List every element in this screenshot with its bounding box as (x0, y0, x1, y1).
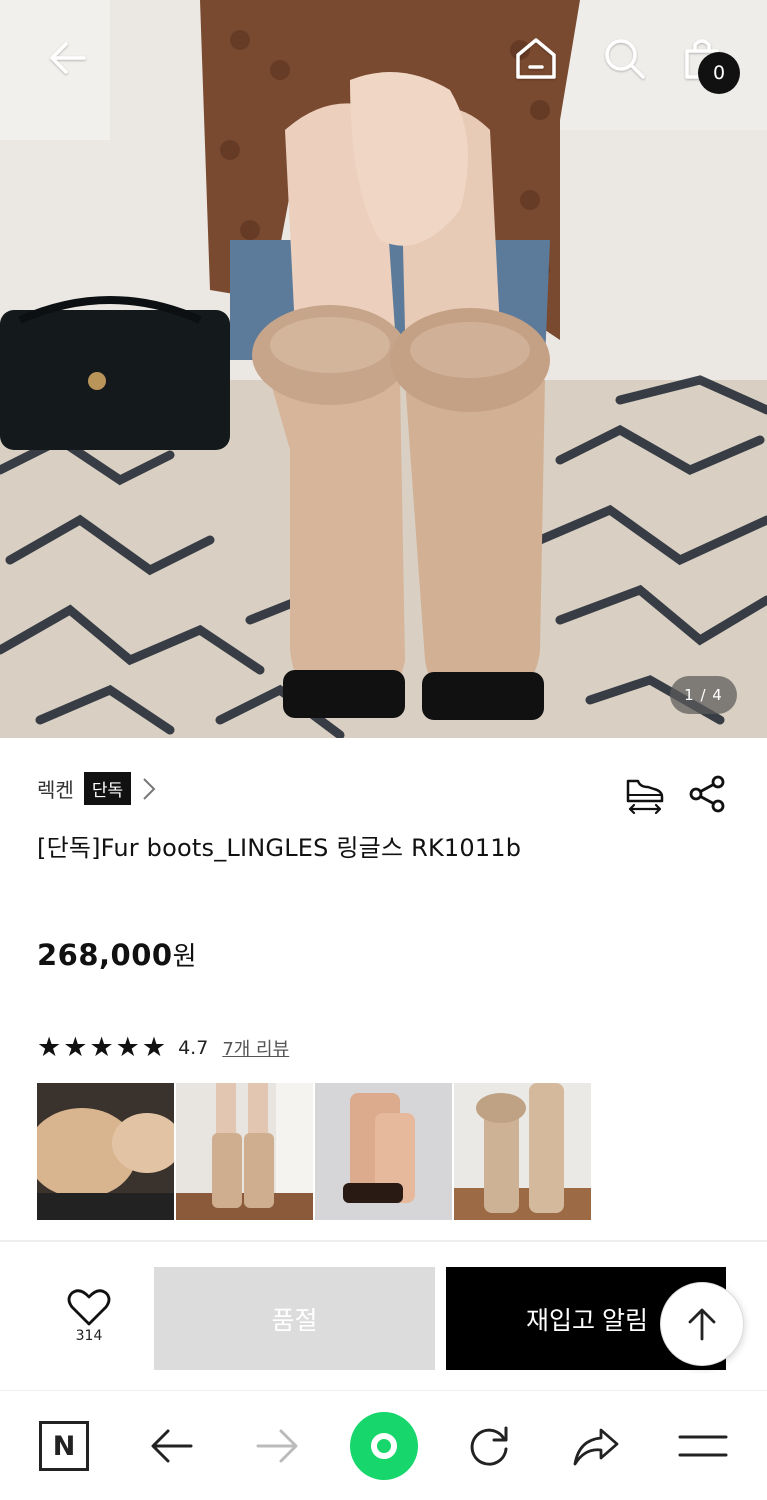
shoe-size-icon (626, 779, 664, 815)
home-button[interactable] (508, 30, 564, 86)
exclusive-badge: 단독 (83, 772, 132, 805)
review-photo[interactable] (315, 1083, 452, 1220)
browser-toolbar: N (0, 1390, 767, 1500)
brand-link[interactable]: 렉켄 단독 (37, 772, 157, 805)
star-icon: ★ (37, 1032, 62, 1063)
image-counter: 1 / 4 (670, 676, 737, 714)
back-button[interactable] (40, 30, 96, 86)
chevron-right-icon (143, 777, 156, 800)
price-currency: 원 (172, 942, 198, 972)
arrow-up-icon (688, 1308, 716, 1341)
review-photo[interactable] (37, 1083, 174, 1220)
review-count-link[interactable]: 7개 리뷰 (222, 1035, 289, 1061)
search-button[interactable] (596, 30, 652, 86)
review-photo[interactable] (454, 1083, 591, 1220)
star-icon: ★ (115, 1032, 140, 1063)
share-button[interactable] (686, 772, 730, 816)
arrow-left-icon (151, 1429, 193, 1463)
like-count: 314 (75, 1328, 103, 1344)
share-icon (689, 775, 725, 813)
product-price: 268,000원 (37, 936, 197, 973)
browser-back-button[interactable] (137, 1411, 207, 1481)
review-photo-strip (37, 1083, 591, 1220)
like-button[interactable]: 314 (60, 1288, 118, 1344)
naver-n-icon: N (39, 1421, 89, 1471)
arrow-left-icon (50, 42, 86, 74)
heart-icon (67, 1289, 111, 1326)
green-dot-button[interactable] (349, 1411, 419, 1481)
size-guide-button[interactable] (623, 772, 667, 816)
hamburger-menu-icon (678, 1435, 728, 1457)
browser-share-button[interactable] (561, 1411, 631, 1481)
product-image-carousel[interactable]: 0 1 / 4 (0, 0, 767, 738)
green-dot-icon (350, 1412, 418, 1480)
share-arrow-icon (573, 1428, 619, 1466)
star-icon: ★ (89, 1032, 114, 1063)
cart-count-badge: 0 (698, 52, 740, 94)
menu-button[interactable] (668, 1411, 738, 1481)
rating-value: 4.7 (178, 1036, 209, 1059)
reload-icon (470, 1426, 508, 1466)
price-value: 268,000 (37, 938, 173, 972)
star-icon: ★ (63, 1032, 88, 1063)
soldout-button[interactable]: 품절 (154, 1267, 435, 1370)
product-title: [단독]Fur boots_LINGLES 링글스 RK1011b (37, 834, 522, 862)
rating-summary: ★ ★ ★ ★ ★ 4.7 7개 리뷰 (37, 1034, 289, 1061)
star-icon: ★ (141, 1032, 167, 1063)
reload-button[interactable] (454, 1411, 524, 1481)
divider (0, 1240, 767, 1242)
search-icon (605, 39, 645, 79)
product-photo (0, 0, 767, 738)
home-icon (516, 38, 556, 79)
review-photo[interactable] (176, 1083, 313, 1220)
star-rating: ★ ★ ★ ★ ★ (37, 1034, 166, 1061)
browser-forward-button[interactable] (242, 1411, 312, 1481)
arrow-right-icon (256, 1429, 298, 1463)
scroll-to-top-button[interactable] (660, 1282, 744, 1366)
naver-home-button[interactable]: N (29, 1411, 99, 1481)
brand-name: 렉켄 (37, 778, 74, 802)
